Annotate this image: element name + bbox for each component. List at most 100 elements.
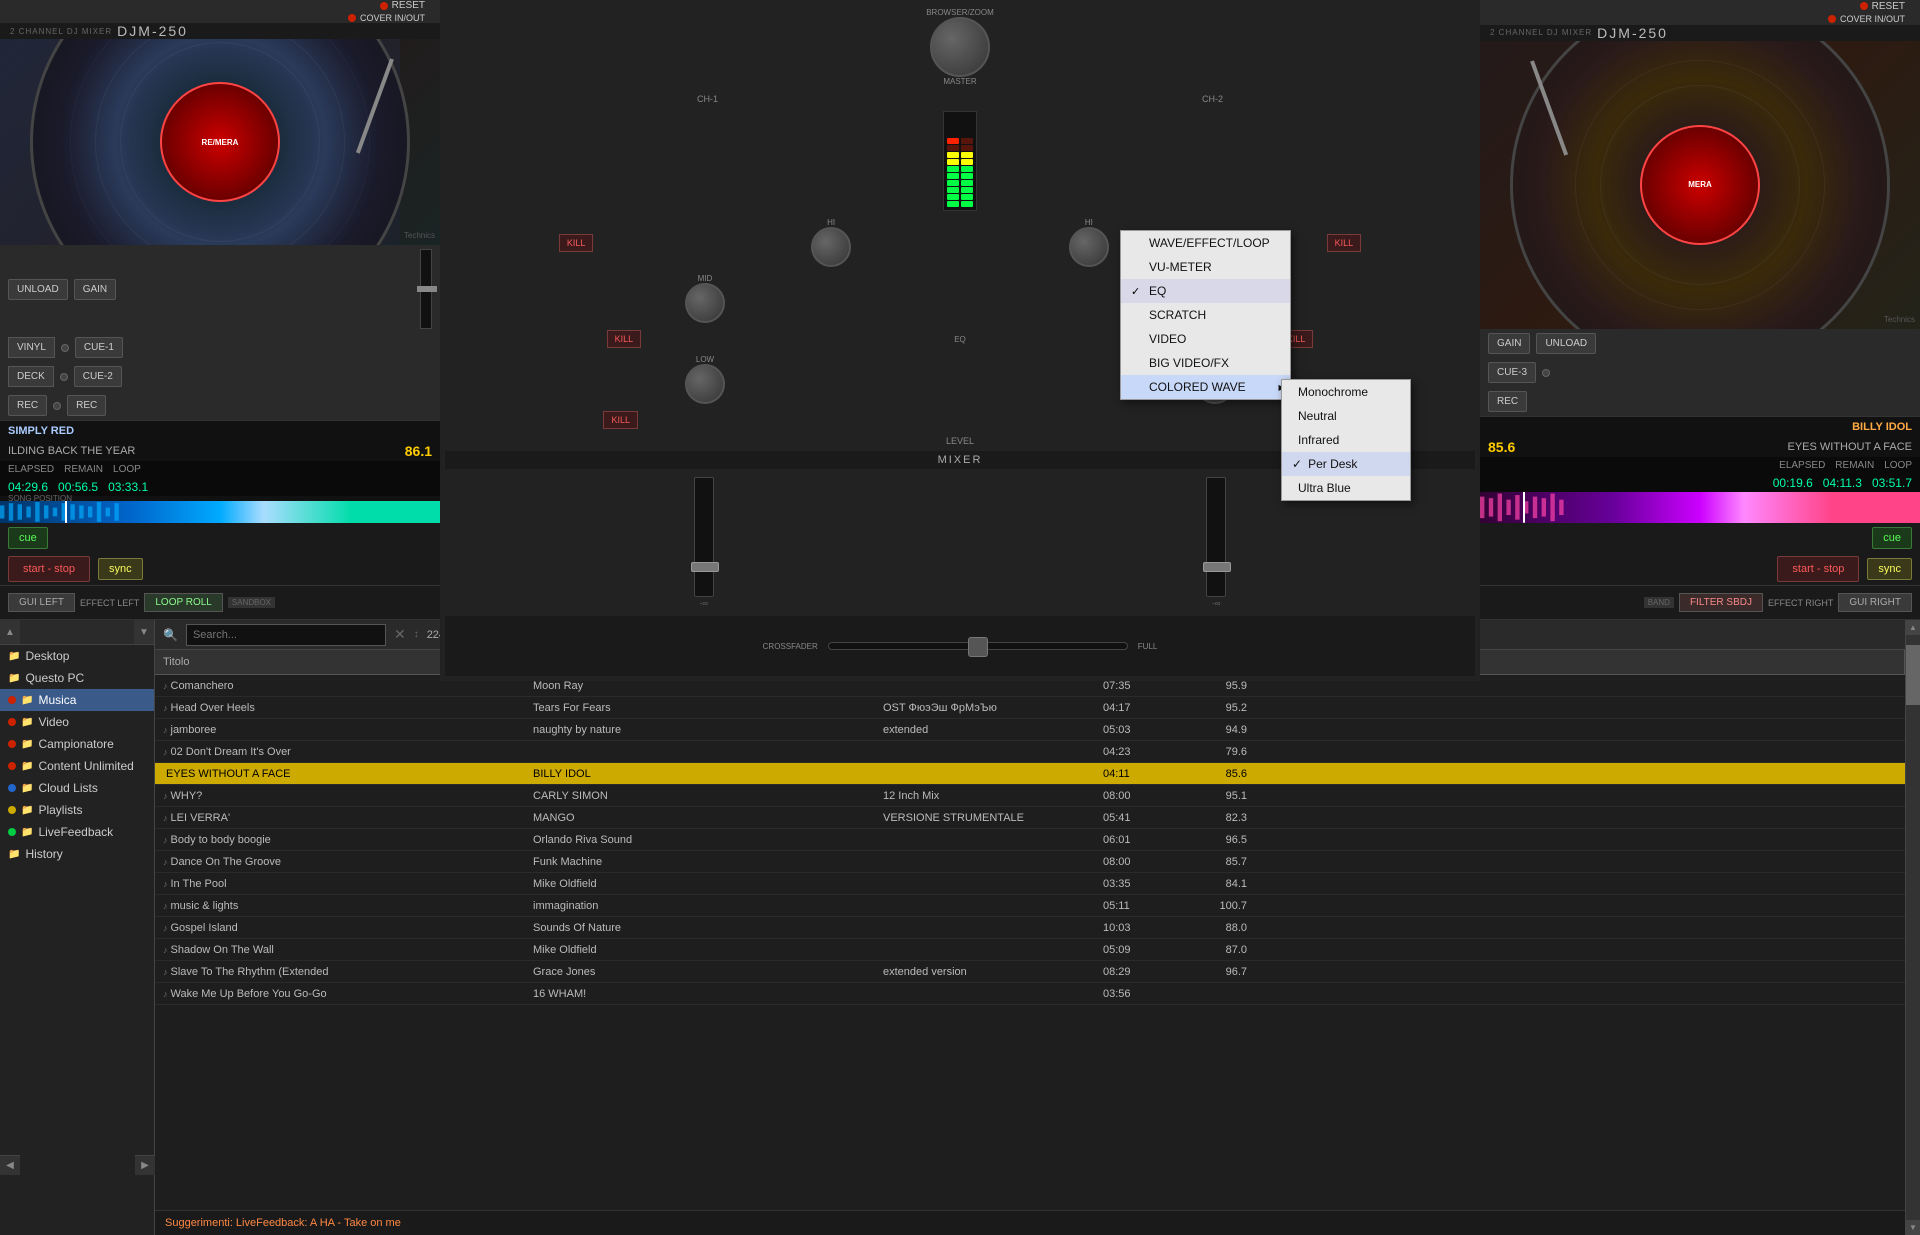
submenu-monochrome[interactable]: Monochrome [1282,380,1410,404]
right-hi-knob[interactable] [1069,227,1109,267]
right-cue2-btn[interactable]: REC [1488,391,1527,412]
right-sync[interactable]: sync [1867,558,1912,580]
menu-item-scratch[interactable]: SCRATCH [1121,303,1290,327]
table-row[interactable]: ♪Body to body boogie Orlando Riva Sound … [155,829,1905,851]
left-reset-led [380,2,388,10]
suggestion-bar: Suggerimenti: LiveFeedback: A HA - Take … [155,1210,1905,1235]
table-row[interactable]: ♪WHY? CARLY SIMON 12 Inch Mix 08:00 95.1 [155,785,1905,807]
table-row[interactable]: ♪02 Don't Dream It's Over 04:23 79.6 [155,741,1905,763]
submenu-per-desk[interactable]: ✓ Per Desk [1282,452,1410,476]
left-reset-btn[interactable]: RESET [392,0,425,11]
submenu-ultra-blue[interactable]: Ultra Blue [1282,476,1410,500]
left-vinyl-btn[interactable]: VINYL [8,337,55,358]
table-row[interactable]: EYES WITHOUT A FACE BILLY IDOL 04:11 85.… [155,763,1905,785]
left-sync[interactable]: sync [98,558,143,580]
left-waveform[interactable] [0,501,440,523]
submenu-neutral[interactable]: Neutral [1282,404,1410,428]
left-start-stop[interactable]: start - stop [8,556,90,582]
left-rec-btn[interactable]: REC [8,395,47,416]
left-kill-hi[interactable]: KILL [559,234,594,252]
master-knob[interactable] [930,17,990,77]
menu-item-vu[interactable]: VU-METER [1121,255,1290,279]
left-low-knob[interactable] [685,364,725,404]
crossfader-track[interactable] [828,642,1128,650]
table-row[interactable]: ♪Shadow On The Wall Mike Oldfield 05:09 … [155,939,1905,961]
left-cue-btn[interactable]: cue [8,527,48,549]
left-kill-eq[interactable]: KILL [607,330,642,348]
left-kill-low[interactable]: KILL [603,411,638,429]
sidebar-item-cloud[interactable]: 📁 Cloud Lists [0,777,154,799]
left-unload-btn[interactable]: UNLOAD [8,279,68,300]
left-deck-btn[interactable]: DECK [8,366,54,387]
right-unload-btn[interactable]: UNLOAD [1536,333,1596,354]
right-reset-btn[interactable]: RESET [1872,1,1905,12]
menu-item-colored-wave[interactable]: COLORED WAVE [1121,375,1290,399]
clear-search-btn[interactable]: ✕ [394,626,406,643]
menu-item-bigvideo[interactable]: BIG VIDEO/FX [1121,351,1290,375]
left-loop-roll-btn[interactable]: LOOP ROLL [144,593,223,612]
sidebar-item-content-unlimited[interactable]: 📁 Content Unlimited [0,755,154,777]
sidebar-item-campionatore[interactable]: 📁 Campionatore [0,733,154,755]
submenu-infrared[interactable]: Infrared [1282,428,1410,452]
sidebar-item-video[interactable]: 📁 Video [0,711,154,733]
table-row[interactable]: ♪jamboree naughty by nature extended 05:… [155,719,1905,741]
right-kill-hi[interactable]: KILL [1327,234,1362,252]
menu-item-wave[interactable]: WAVE/EFFECT/LOOP [1121,231,1290,255]
right-cover-btn[interactable]: COVER IN/OUT [1840,14,1905,24]
track-bpm-14 [1175,992,1255,996]
search-input[interactable] [186,624,386,646]
menu-item-eq[interactable]: ✓ EQ [1121,279,1290,303]
crossfader-area: CROSSFADER FULL [445,616,1475,676]
right-waveform[interactable] [1480,492,1920,523]
left-author-row: SIMPLY RED [0,420,440,441]
nav-prev-btn[interactable]: ◀ [0,1155,20,1175]
left-hi-knob[interactable] [811,227,851,267]
right-cue-btn[interactable]: cue [1872,527,1912,549]
track-title-7: ♪Body to body boogie [155,832,525,848]
sort-icon[interactable]: ↕ [414,629,419,640]
left-gui-btn[interactable]: GUI LEFT [8,593,75,612]
sidebar-item-livefeedback[interactable]: 📁 LiveFeedback [0,821,154,843]
hi-row: KILL HI HI KILL [445,216,1475,269]
sidebar-label-video: Video [38,715,68,729]
left-cover-btn[interactable]: COVER IN/OUT [360,13,425,23]
table-row[interactable]: ♪Head Over Heels Tears For Fears OST Фюэ… [155,697,1905,719]
nav-down-btn[interactable]: ▼ [134,620,154,644]
right-gui-btn[interactable]: GUI RIGHT [1838,593,1912,612]
left-led2 [60,373,68,381]
left-cue2-btn[interactable]: CUE-2 [74,366,122,387]
left-pitch-slider[interactable] [420,249,432,329]
table-row[interactable]: ♪music & lights immagination 05:11 100.7 [155,895,1905,917]
scroll-thumb[interactable] [1906,645,1920,705]
left-gain-btn[interactable]: GAIN [74,279,116,300]
sidebar-item-playlists[interactable]: 📁 Playlists [0,799,154,821]
menu-item-video[interactable]: VIDEO [1121,327,1290,351]
left-cue1-btn[interactable]: CUE-1 [75,337,123,358]
right-start-stop[interactable]: start - stop [1777,556,1859,582]
table-row[interactable]: ♪Wake Me Up Before You Go-Go 16 WHAM! 03… [155,983,1905,1005]
track-artist-13: Grace Jones [525,964,875,980]
table-row[interactable]: ♪Gospel Island Sounds Of Nature 10:03 88… [155,917,1905,939]
table-row[interactable]: ♪Slave To The Rhythm (Extended Grace Jon… [155,961,1905,983]
sidebar-item-musica[interactable]: 📁 Musica [0,689,154,711]
right-filter-btn[interactable]: FILTER SBDJ [1679,593,1763,612]
table-row[interactable]: ♪LEI VERRA' MANGO VERSIONE STRUMENTALE 0… [155,807,1905,829]
right-fader[interactable] [1206,477,1226,597]
right-cue1-btn[interactable]: CUE-3 [1488,362,1536,383]
right-deck: RESET COVER IN/OUT 2 CHANNEL DJ MIXER DJ… [1480,0,1920,585]
sidebar-item-questopc[interactable]: 📁 Questo PC [0,667,154,689]
sidebar-item-desktop[interactable]: 📁 Desktop [0,645,154,667]
left-fader[interactable] [694,477,714,597]
left-cue3-btn[interactable]: REC [67,395,106,416]
nav-next-btn[interactable]: ▶ [135,1155,155,1175]
table-row[interactable]: ♪Dance On The Groove Funk Machine 08:00 … [155,851,1905,873]
left-mid-knob[interactable] [685,283,725,323]
nav-up-btn[interactable]: ▲ [0,620,20,644]
scroll-down-btn[interactable]: ▼ [1906,1220,1920,1235]
table-row[interactable]: ♪In The Pool Mike Oldfield 03:35 84.1 [155,873,1905,895]
right-elapsed: 00:19.6 [1773,476,1813,490]
right-gain-btn[interactable]: GAIN [1488,333,1530,354]
track-artist-1: Tears For Fears [525,700,875,716]
sidebar-item-history[interactable]: 📁 History [0,843,154,865]
scroll-up-btn[interactable]: ▲ [1906,620,1920,635]
